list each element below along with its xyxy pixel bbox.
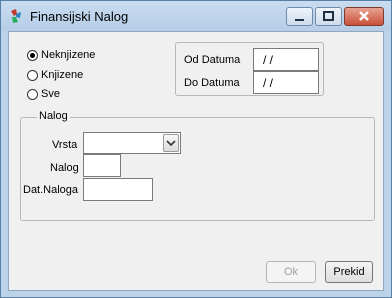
radio-dot: [27, 89, 38, 100]
radio-knjizene[interactable]: Knjizene: [27, 68, 117, 84]
prekid-button[interactable]: Prekid: [325, 261, 373, 283]
do-datuma-label: Do Datuma: [184, 77, 240, 89]
minimize-button[interactable]: [286, 7, 313, 26]
radio-label: Sve: [41, 88, 60, 100]
od-datuma-label: Od Datuma: [184, 54, 241, 66]
nalog-group-title: Nalog: [37, 110, 70, 122]
vrsta-dropdown-button[interactable]: [163, 134, 179, 152]
dat-naloga-field[interactable]: [83, 178, 153, 201]
vrsta-select[interactable]: [83, 132, 181, 154]
window-title: Finansijski Nalog: [30, 9, 129, 24]
radio-label: Knjizene: [41, 69, 84, 81]
od-datuma-field[interactable]: / /: [253, 48, 319, 71]
dat-naloga-label: Dat.Naloga: [23, 184, 79, 196]
radio-sve[interactable]: Sve: [27, 87, 117, 103]
radio-dot: [27, 70, 38, 81]
vrsta-label: Vrsta: [52, 139, 78, 151]
maximize-button[interactable]: [315, 7, 342, 26]
chevron-down-icon: [166, 140, 176, 147]
radio-label: Neknjizene: [41, 49, 96, 61]
do-datuma-field[interactable]: / /: [253, 71, 319, 94]
nalog-field[interactable]: [83, 154, 121, 177]
ok-button[interactable]: Ok: [266, 261, 316, 283]
close-button[interactable]: [344, 7, 384, 26]
minimize-icon: [295, 19, 304, 21]
app-icon: [11, 9, 21, 23]
maximize-icon: [323, 11, 334, 21]
dialog-window: Finansijski Nalog Neknjizene Knjizene Sv…: [0, 0, 392, 298]
title-bar[interactable]: Finansijski Nalog: [1, 1, 391, 31]
radio-dot-selected: [27, 50, 38, 61]
nalog-label: Nalog: [50, 162, 79, 174]
close-icon: [359, 11, 369, 21]
radio-neknjizene[interactable]: Neknjizene: [27, 48, 117, 64]
dialog-client-area: Neknjizene Knjizene Sve Od Datuma / / Do…: [8, 31, 384, 291]
